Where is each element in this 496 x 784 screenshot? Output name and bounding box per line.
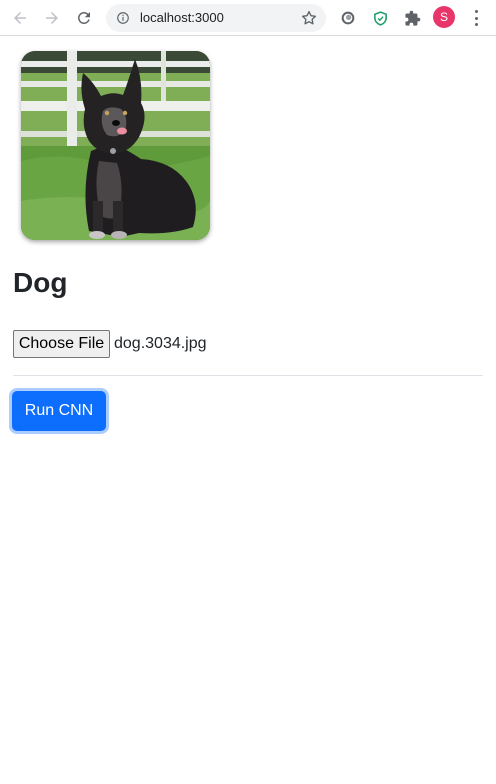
page-title: Dog — [13, 267, 68, 298]
url-text: localhost:3000 — [140, 10, 224, 25]
back-button[interactable] — [7, 5, 33, 31]
browser-menu-icon[interactable] — [468, 8, 484, 28]
forward-button[interactable] — [39, 5, 65, 31]
dog-photo — [21, 51, 210, 240]
divider — [13, 375, 483, 376]
reload-icon — [77, 11, 90, 24]
address-bar[interactable]: localhost:3000 — [106, 4, 326, 32]
run-cnn-button[interactable]: Run CNN — [12, 391, 106, 431]
dog-image — [21, 51, 210, 240]
browser-toolbar: localhost:3000 S — [0, 0, 496, 36]
choose-file-button[interactable]: Choose File — [13, 330, 110, 358]
puzzle-extensions-icon[interactable] — [401, 7, 423, 29]
profile-initial: S — [439, 10, 448, 24]
profile-avatar[interactable]: S — [433, 6, 455, 28]
selected-file-name: dog.3034.jpg — [114, 335, 207, 352]
reload-button[interactable] — [71, 5, 97, 31]
extension-circle-icon[interactable] — [337, 7, 359, 29]
arrow-right-icon — [46, 12, 58, 24]
info-icon[interactable] — [116, 11, 130, 25]
bookmark-star-icon[interactable] — [300, 9, 318, 27]
shield-extension-icon[interactable] — [369, 7, 391, 29]
arrow-left-icon — [14, 12, 26, 24]
